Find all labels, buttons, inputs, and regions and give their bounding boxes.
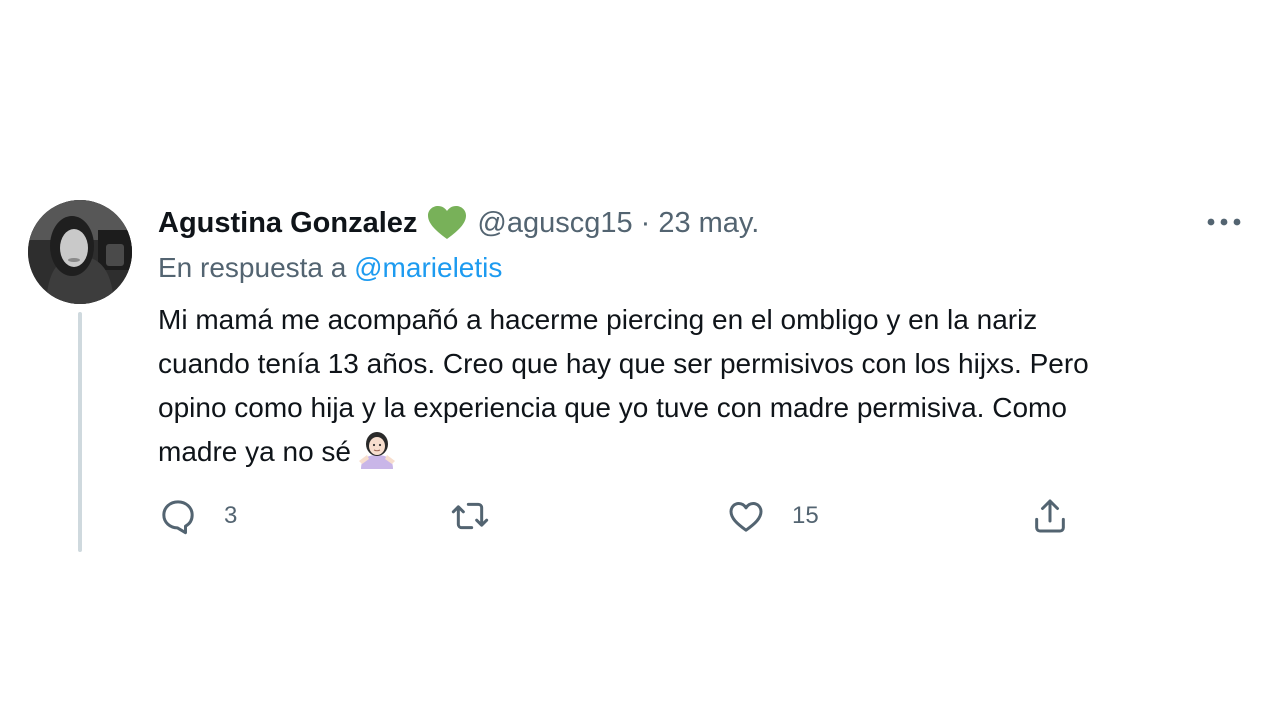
like-count: 15: [792, 502, 819, 529]
tweet-actions: 3 15: [0, 494, 1280, 538]
reply-button[interactable]: 3: [158, 494, 237, 538]
reply-context-prefix: En respuesta a: [158, 252, 347, 283]
tweet: Agustina Gonzalez @aguscg15 · 23 may. En…: [0, 0, 1280, 720]
avatar-photo: [28, 200, 132, 304]
tweet-header: Agustina Gonzalez @aguscg15 · 23 may.: [158, 203, 759, 243]
share-button[interactable]: [1030, 494, 1096, 538]
tweet-text-line: Mi mamá me acompañó a hacerme piercing e…: [158, 304, 1038, 335]
tweet-text-line: cuando tenía 13 años. Creo que hay que s…: [158, 348, 1089, 379]
tweet-date[interactable]: 23 may.: [658, 207, 759, 240]
tweet-text: Mi mamá me acompañó a hacerme piercing e…: [158, 298, 1248, 474]
avatar[interactable]: [28, 200, 132, 304]
reply-icon: [162, 500, 194, 535]
retweet-icon: [451, 502, 489, 530]
reply-count: 3: [224, 502, 238, 529]
more-button[interactable]: [1200, 206, 1248, 238]
author-display-name[interactable]: Agustina Gonzalez: [158, 207, 417, 240]
retweet-button[interactable]: [450, 494, 516, 538]
reply-context: En respuesta a @marieletis: [158, 252, 502, 284]
share-icon: [1035, 499, 1065, 533]
person-shrugging-emoji: [357, 431, 397, 469]
green-heart-icon: [427, 205, 467, 241]
separator-dot: ·: [640, 206, 651, 239]
tweet-text-line-content: madre ya no sé: [158, 436, 351, 467]
tweet-text-line: madre ya no sé: [158, 430, 1248, 474]
reply-mention-link[interactable]: @marieletis: [354, 252, 502, 283]
author-handle[interactable]: @aguscg15: [477, 207, 632, 240]
more-horizontal-icon: [1207, 218, 1241, 226]
heart-icon: [729, 502, 763, 532]
tweet-text-line: opino como hija y la experiencia que yo …: [158, 392, 1067, 423]
like-button[interactable]: 15: [726, 494, 819, 538]
